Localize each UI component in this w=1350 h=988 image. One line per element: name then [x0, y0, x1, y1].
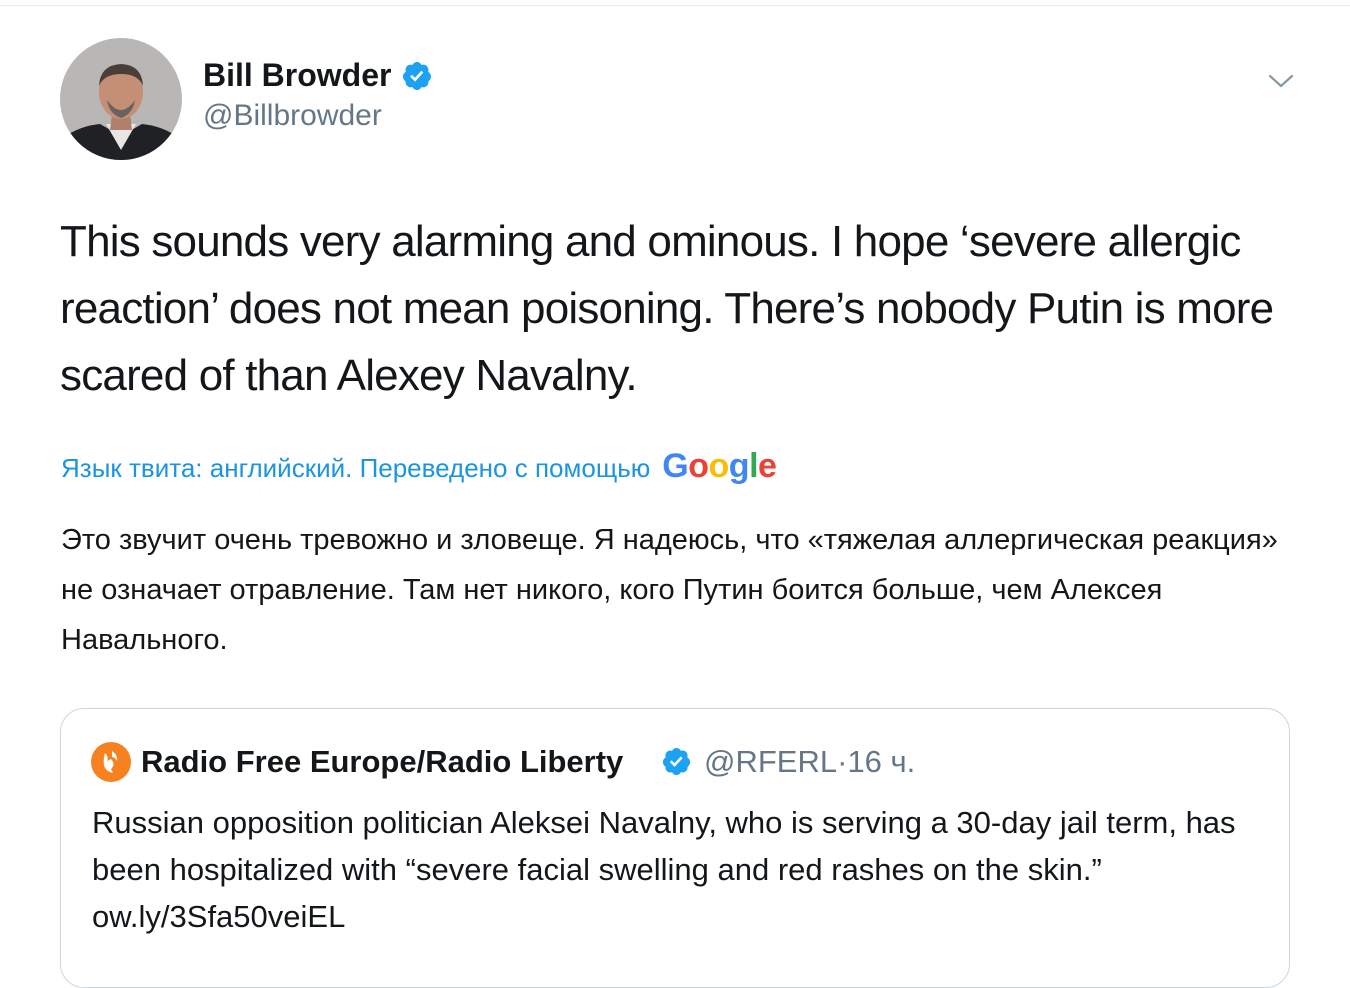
verified-badge-icon [402, 62, 431, 90]
google-logo: Google [662, 447, 777, 485]
meta-separator: · [837, 744, 848, 779]
author-handle[interactable]: @Billbrowder [203, 98, 382, 134]
chevron-down-icon[interactable] [1266, 70, 1296, 92]
top-divider [0, 0, 1350, 6]
quoted-author-name: Radio Free Europe/Radio Liberty [141, 744, 624, 779]
translation-attribution[interactable]: Язык твита: английский. Переведено с пом… [61, 447, 777, 486]
translated-tweet-text: Это звучит очень тревожно и зловеще. Я н… [61, 524, 1278, 656]
translation-note-text[interactable]: Язык твита: английский. Переведено с пом… [61, 450, 650, 486]
quoted-tweet-card[interactable]: Radio Free Europe/Radio Liberty @RFERL·1… [60, 708, 1290, 988]
quoted-timestamp: 16 ч. [847, 744, 916, 779]
quoted-handle: @RFERL [704, 744, 838, 779]
rferl-torch-icon [91, 742, 131, 782]
quoted-tweet-text: Russian opposition politician Aleksei Na… [92, 805, 1236, 934]
verified-badge-icon [662, 747, 691, 776]
author-name[interactable]: Bill Browder [203, 56, 391, 94]
quoted-meta: @RFERL·16 ч. [704, 742, 915, 782]
tweet-text: This sounds very alarming and ominous. I… [60, 217, 1274, 400]
author-avatar[interactable] [60, 38, 182, 160]
